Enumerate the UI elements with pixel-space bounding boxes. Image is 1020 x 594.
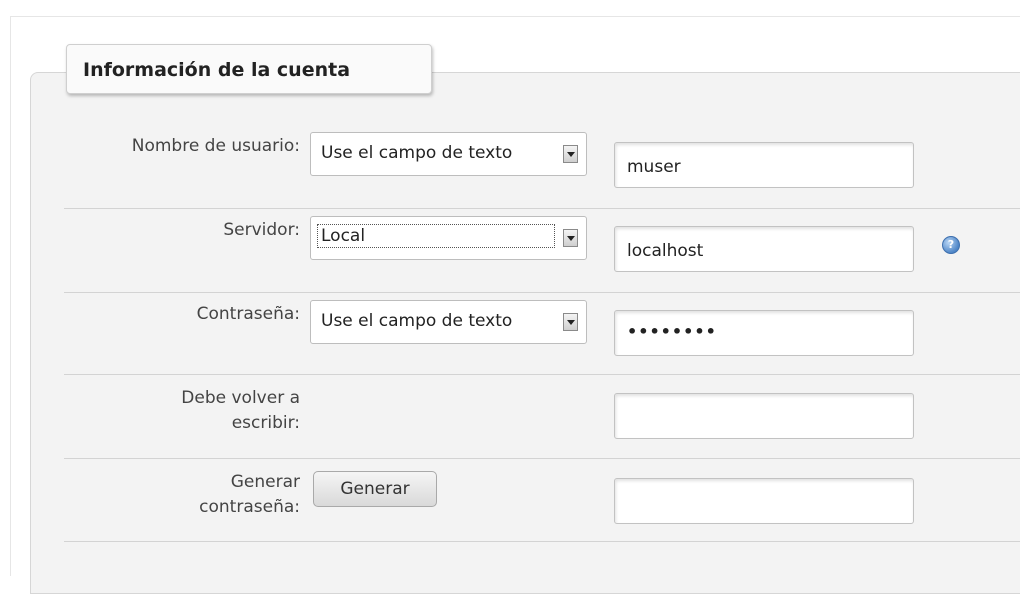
retype-label-line2: escribir: (231, 413, 300, 433)
server-input[interactable]: localhost (614, 226, 914, 272)
row-divider (64, 292, 1020, 293)
username-select[interactable]: Use el campo de texto (310, 132, 587, 176)
help-icon[interactable]: ? (942, 236, 960, 254)
server-label: Servidor: (223, 220, 300, 240)
username-input[interactable]: muser (614, 142, 914, 188)
fieldset-legend: Información de la cuenta (66, 44, 432, 94)
generate-password-label-line2: contraseña: (199, 497, 300, 517)
password-label: Contraseña: (196, 304, 300, 324)
page: Información de la cuenta Nombre de usuar… (0, 0, 1020, 594)
password-input[interactable]: •••••••• (614, 310, 914, 356)
row-divider (64, 541, 1020, 542)
dropdown-arrow-icon (563, 229, 578, 247)
dropdown-arrow-icon (563, 313, 578, 331)
row-divider (64, 208, 1020, 209)
generated-password-input[interactable] (614, 478, 914, 524)
dropdown-arrow-icon (563, 145, 578, 163)
top-border (10, 16, 1020, 17)
username-label: Nombre de usuario: (131, 136, 300, 156)
row-divider (64, 374, 1020, 375)
left-border (10, 16, 11, 576)
retype-label-line1: Debe volver a (181, 388, 300, 408)
server-select-value: Local (317, 224, 555, 248)
retype-password-input[interactable] (614, 393, 914, 439)
username-select-value: Use el campo de texto (321, 143, 513, 163)
generate-button[interactable]: Generar (313, 471, 437, 507)
server-select[interactable]: Local (310, 216, 587, 260)
row-divider (64, 458, 1020, 459)
generate-password-label: Generar contraseña: (50, 470, 300, 520)
password-select[interactable]: Use el campo de texto (310, 300, 587, 344)
password-select-value: Use el campo de texto (321, 311, 513, 331)
generate-password-label-line1: Generar (230, 472, 300, 492)
retype-label: Debe volver a escribir: (50, 386, 300, 436)
